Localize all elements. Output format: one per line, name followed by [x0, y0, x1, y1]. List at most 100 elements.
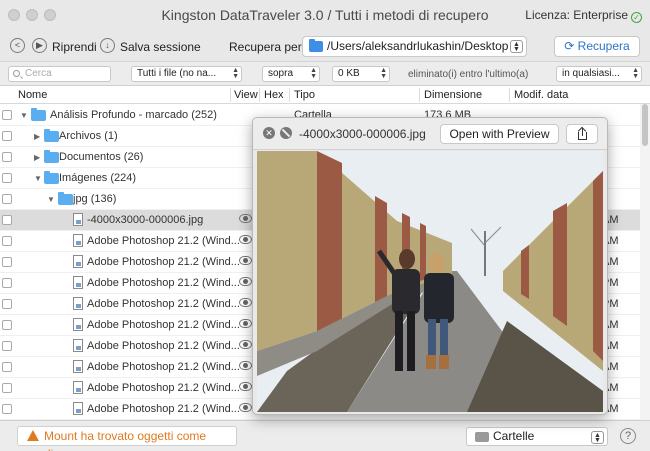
- column-size[interactable]: Dimensione: [424, 89, 482, 101]
- file-type-select[interactable]: Tutti i file (no na... ▲ ▼: [131, 66, 242, 82]
- row-checkbox[interactable]: [2, 257, 12, 267]
- disclosure-down-icon[interactable]: ▼: [34, 174, 42, 183]
- eye-icon[interactable]: [239, 277, 252, 286]
- destination-path-select[interactable]: /Users/aleksandrlukashin/Desktop ▲ ▼: [302, 36, 527, 57]
- search-input[interactable]: Cerca: [8, 66, 111, 82]
- disclosure-down-icon[interactable]: ▼: [20, 111, 28, 120]
- row-checkbox[interactable]: [2, 173, 12, 183]
- disclosure-right-icon[interactable]: ▶: [34, 153, 40, 162]
- toolbar: < ▶ Riprendi ↓ Salva sessione Recupera p…: [0, 30, 650, 62]
- image-file-icon: [73, 339, 83, 352]
- row-name: Adobe Photoshop 21.2 (Wind...: [87, 298, 240, 310]
- license-label: Licenza: Enterprise: [525, 8, 628, 22]
- folder-icon: [309, 39, 323, 52]
- resume-button[interactable]: Riprendi: [52, 40, 97, 54]
- table-header: Nome View Hex Tipo Dimensione Modif. dat…: [0, 86, 650, 104]
- column-divider: [509, 88, 510, 102]
- row-name: Adobe Photoshop 21.2 (Wind...: [87, 319, 240, 331]
- scrollbar-thumb[interactable]: [642, 104, 648, 146]
- help-button[interactable]: ?: [620, 428, 636, 444]
- size-value: 0 KB: [338, 68, 360, 79]
- image-file-icon: [73, 360, 83, 373]
- view-mode-select[interactable]: Cartelle ▲ ▼: [466, 427, 608, 446]
- deleted-within-label: eliminato(i) entro l'ultimo(a): [408, 69, 529, 80]
- photo-person-leg: [440, 319, 448, 357]
- share-button[interactable]: [566, 124, 598, 144]
- eye-icon[interactable]: [239, 382, 252, 391]
- column-hex[interactable]: Hex: [264, 89, 284, 101]
- row-checkbox[interactable]: [2, 236, 12, 246]
- quicklook-filename: -4000x3000-000006.jpg: [299, 127, 426, 141]
- photo-person-leg: [407, 311, 415, 371]
- column-name[interactable]: Nome: [18, 89, 47, 101]
- row-checkbox[interactable]: [2, 383, 12, 393]
- photo-pillar: [420, 223, 426, 281]
- row-checkbox[interactable]: [2, 299, 12, 309]
- eye-icon[interactable]: [239, 214, 252, 223]
- photo-person-body: [424, 273, 454, 323]
- row-checkbox[interactable]: [2, 362, 12, 372]
- row-name: jpg (136): [73, 193, 117, 205]
- chevron-updown-icon: ▲ ▼: [232, 67, 239, 80]
- play-icon[interactable]: ▶: [32, 38, 47, 53]
- size-value-select[interactable]: 0 KB ▲ ▼: [332, 66, 390, 82]
- disclosure-right-icon[interactable]: ▶: [34, 132, 40, 141]
- mount-button-label: Mount ha trovato oggetti come disco: [44, 429, 207, 451]
- folder-icon: [58, 192, 73, 205]
- recover-to-label: Recupera per:: [229, 40, 306, 54]
- eye-icon[interactable]: [239, 340, 252, 349]
- column-view[interactable]: View: [234, 89, 258, 101]
- eye-icon[interactable]: [239, 319, 252, 328]
- save-session-button[interactable]: Salva sessione: [120, 40, 201, 54]
- check-icon: ✓: [631, 12, 642, 23]
- row-checkbox[interactable]: [2, 110, 12, 120]
- filter-bar: Cerca Tutti i file (no na... ▲ ▼ sopra ▲ ▼ 0…: [0, 62, 650, 86]
- chevron-updown-icon: ▲ ▼: [510, 40, 523, 53]
- chevron-updown-icon: ▲ ▼: [380, 67, 387, 80]
- eye-icon[interactable]: [239, 298, 252, 307]
- photo-person-body: [392, 269, 420, 314]
- destination-path-value: /Users/aleksandrlukashin/Desktop: [327, 39, 509, 53]
- image-file-icon: [73, 318, 83, 331]
- row-checkbox[interactable]: [2, 341, 12, 351]
- image-file-icon: [73, 234, 83, 247]
- back-icon[interactable]: <: [10, 38, 25, 53]
- fullscreen-icon[interactable]: [280, 127, 292, 139]
- row-name: Adobe Photoshop 21.2 (Wind...: [87, 256, 240, 268]
- time-range-select[interactable]: in qualsiasi... ▲ ▼: [556, 66, 642, 82]
- column-type[interactable]: Tipo: [294, 89, 315, 101]
- eye-icon[interactable]: [239, 403, 252, 412]
- photo-person-boot: [439, 355, 449, 369]
- size-comparator-select[interactable]: sopra ▲ ▼: [262, 66, 320, 82]
- photo-person-head: [429, 253, 445, 273]
- eye-icon[interactable]: [239, 361, 252, 370]
- row-checkbox[interactable]: [2, 131, 12, 141]
- close-icon[interactable]: ✕: [263, 127, 275, 139]
- image-file-icon: [73, 213, 83, 226]
- row-checkbox[interactable]: [2, 152, 12, 162]
- row-checkbox[interactable]: [2, 215, 12, 225]
- table-scrollbar[interactable]: [640, 104, 650, 420]
- image-file-icon: [73, 381, 83, 394]
- warning-icon: [27, 430, 39, 441]
- eye-icon[interactable]: [239, 256, 252, 265]
- column-modified[interactable]: Modif. data: [514, 89, 568, 101]
- mount-button[interactable]: Mount ha trovato oggetti come disco: [17, 426, 237, 451]
- row-checkbox[interactable]: [2, 404, 12, 414]
- disclosure-down-icon[interactable]: ▼: [47, 195, 55, 204]
- download-icon[interactable]: ↓: [100, 38, 115, 53]
- row-checkbox[interactable]: [2, 320, 12, 330]
- image-file-icon: [73, 297, 83, 310]
- photo-person-leg: [395, 311, 403, 371]
- folder-icon: [44, 150, 59, 163]
- open-with-preview-button[interactable]: Open with Preview: [440, 124, 559, 144]
- row-checkbox[interactable]: [2, 194, 12, 204]
- row-checkbox[interactable]: [2, 278, 12, 288]
- row-name: Adobe Photoshop 21.2 (Wind...: [87, 403, 240, 415]
- quicklook-preview-window: ✕ -4000x3000-000006.jpg Open with Previe…: [252, 117, 608, 415]
- view-mode-value: Cartelle: [493, 429, 535, 443]
- recover-button-label: Recupera: [577, 39, 630, 53]
- search-icon: [13, 70, 20, 77]
- recover-button[interactable]: ⟳ Recupera: [554, 36, 640, 57]
- eye-icon[interactable]: [239, 235, 252, 244]
